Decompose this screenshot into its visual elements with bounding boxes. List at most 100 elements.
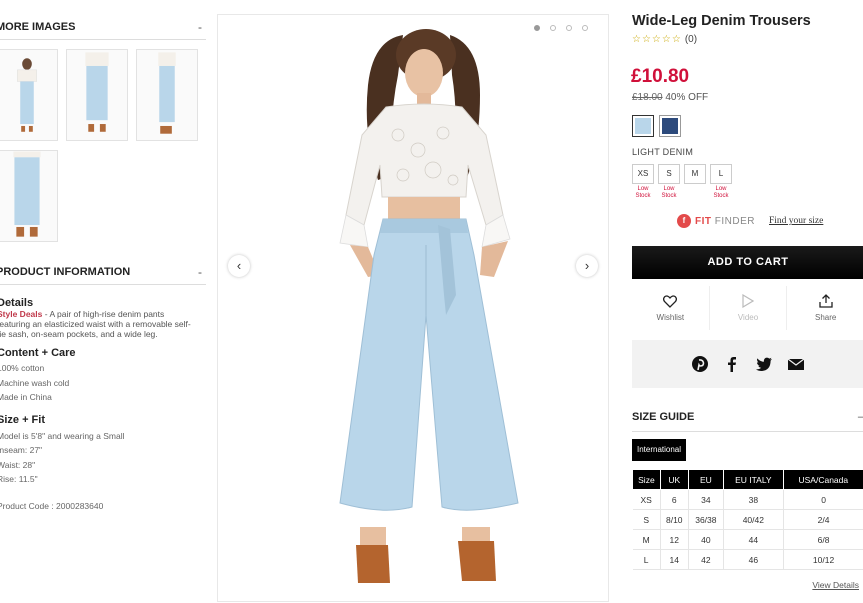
model-closeup-thumb-image (67, 50, 127, 140)
table-cell: XS (632, 489, 661, 510)
size-xs-button[interactable]: XS (632, 164, 654, 184)
share-button[interactable]: Share (787, 286, 863, 330)
size-guide-header[interactable]: SIZE GUIDE – (632, 402, 863, 432)
table-cell: 14 (660, 549, 689, 570)
swatch-dark-denim[interactable] (659, 115, 681, 137)
table-row: M 12 40 44 6/8 (632, 529, 863, 550)
next-image-button[interactable]: › (576, 255, 598, 277)
product-info-label: PRODUCT INFORMATION (0, 265, 131, 278)
table-cell: 40/42 (723, 509, 784, 530)
chevron-left-icon: ‹ (236, 258, 242, 273)
details-title: Details (0, 297, 34, 309)
carousel-dot-2[interactable] (550, 25, 556, 31)
play-icon (742, 294, 754, 308)
wishlist-label: Wishlist (656, 312, 685, 322)
thumbnail-2[interactable] (66, 49, 128, 141)
size-m-button[interactable]: M (684, 164, 706, 184)
table-header-row: Size UK EU EU ITALY USA/Canada (632, 469, 863, 490)
facebook-icon[interactable] (723, 355, 741, 373)
view-details-link[interactable]: View Details (812, 580, 859, 590)
carousel-dot-3[interactable] (566, 25, 572, 31)
carousel-dot-4[interactable] (582, 25, 588, 31)
collapse-icon[interactable]: - (198, 265, 206, 279)
tab-international[interactable]: International (632, 439, 687, 461)
size-l-button[interactable]: L (710, 164, 732, 184)
rating[interactable]: ☆☆☆☆☆ (0) (632, 34, 697, 45)
content-item: 100% cotton (0, 363, 45, 373)
table-cell: 40 (688, 529, 725, 550)
share-icon (819, 294, 833, 308)
model-photo (218, 15, 608, 601)
low-stock-label: Low Stock (661, 186, 677, 199)
video-label: Video (737, 313, 759, 322)
wishlist-button[interactable]: Wishlist (632, 286, 710, 330)
col-header: UK (659, 469, 689, 490)
table-cell: 6/8 (783, 529, 863, 550)
product-detail-panel: Wide-Leg Denim Trousers ☆☆☆☆☆ (0) £10.80 … (631, 0, 863, 603)
chevron-right-icon: › (584, 258, 590, 273)
details-line-2: featuring an elasticized waist with a re… (0, 319, 191, 329)
carousel-dot-1[interactable] (534, 25, 540, 31)
table-cell: 38 (723, 489, 784, 510)
details-line-1: - A pair of high-rise denim pants (42, 309, 165, 319)
table-cell: 12 (660, 529, 689, 550)
collapse-icon[interactable]: – (858, 411, 863, 423)
details-brand: Style Deals (0, 309, 43, 319)
left-column: MORE IMAGES - PRODUCT INFORMATION - Deta… (0, 0, 208, 603)
size-guide-title: SIZE GUIDE (632, 410, 695, 423)
product-actions: Wishlist Video Share (632, 286, 863, 330)
size-selector: XS Low Stock S Low Stock M L Low Stock (632, 164, 732, 200)
low-stock-label: Low Stock (713, 186, 729, 199)
pinterest-icon[interactable] (691, 355, 709, 373)
col-header: EU ITALY (723, 469, 784, 490)
table-cell: 2/4 (783, 509, 863, 530)
swatch-light-denim[interactable] (632, 115, 654, 137)
thumbnail-3[interactable] (136, 49, 198, 141)
more-images-header[interactable]: MORE IMAGES - (0, 14, 206, 40)
content-item: Made in China (0, 392, 52, 402)
col-header: USA/Canada (782, 469, 863, 490)
model-back-thumb-image (0, 151, 57, 241)
fit-finder-logo-icon: f (677, 214, 691, 228)
table-cell: 34 (688, 489, 725, 510)
thumbnail-1[interactable] (0, 49, 58, 141)
table-cell: 44 (723, 529, 784, 550)
table-cell: M (632, 529, 661, 550)
table-cell: 0 (783, 489, 863, 510)
thumbnail-4[interactable] (0, 150, 58, 242)
fit-finder-brand: FIT FINDER (695, 215, 755, 227)
details-text: Style Deals - A pair of high-rise denim … (0, 309, 207, 339)
size-guide-table: Size UK EU EU ITALY USA/Canada XS 6 34 3… (632, 469, 863, 570)
share-label: Share (815, 313, 837, 322)
main-product-image: ‹ › (217, 14, 609, 602)
email-icon[interactable] (787, 355, 805, 373)
size-item: Inseam: 27" (0, 445, 43, 455)
twitter-icon[interactable] (755, 355, 773, 373)
table-cell: 10/12 (783, 549, 863, 570)
collapse-icon[interactable]: - (198, 20, 206, 34)
model-side-thumb-image (137, 50, 197, 140)
find-your-size-link[interactable]: Find your size (769, 216, 823, 226)
review-count: (0) (684, 34, 698, 45)
social-share-bar (632, 340, 863, 388)
size-s-button[interactable]: S (658, 164, 680, 184)
carousel-dots (534, 25, 588, 31)
product-info-header[interactable]: PRODUCT INFORMATION - (0, 259, 206, 285)
table-cell: S (632, 509, 661, 530)
model-front-thumb-image (0, 50, 57, 140)
discount-badge: 40% OFF (665, 92, 709, 103)
add-to-cart-button[interactable]: ADD TO CART (632, 246, 863, 279)
selected-color-name: LIGHT DENIM (632, 147, 694, 157)
col-header: Size (632, 469, 661, 490)
was-price: £18.00 (632, 92, 663, 103)
star-rating-icon: ☆☆☆☆☆ (632, 34, 682, 45)
heart-icon (663, 294, 678, 308)
table-cell: 6 (660, 489, 689, 510)
color-swatches (632, 115, 681, 137)
video-button[interactable]: Video (710, 286, 788, 330)
prev-image-button[interactable]: ‹ (228, 255, 250, 277)
size-fit-title: Size + Fit (0, 414, 45, 426)
details-line-3: tie sash, on-seam pockets, and a wide le… (0, 329, 158, 339)
more-images-label: MORE IMAGES (0, 20, 76, 33)
size-item: Rise: 11.5" (0, 474, 38, 484)
